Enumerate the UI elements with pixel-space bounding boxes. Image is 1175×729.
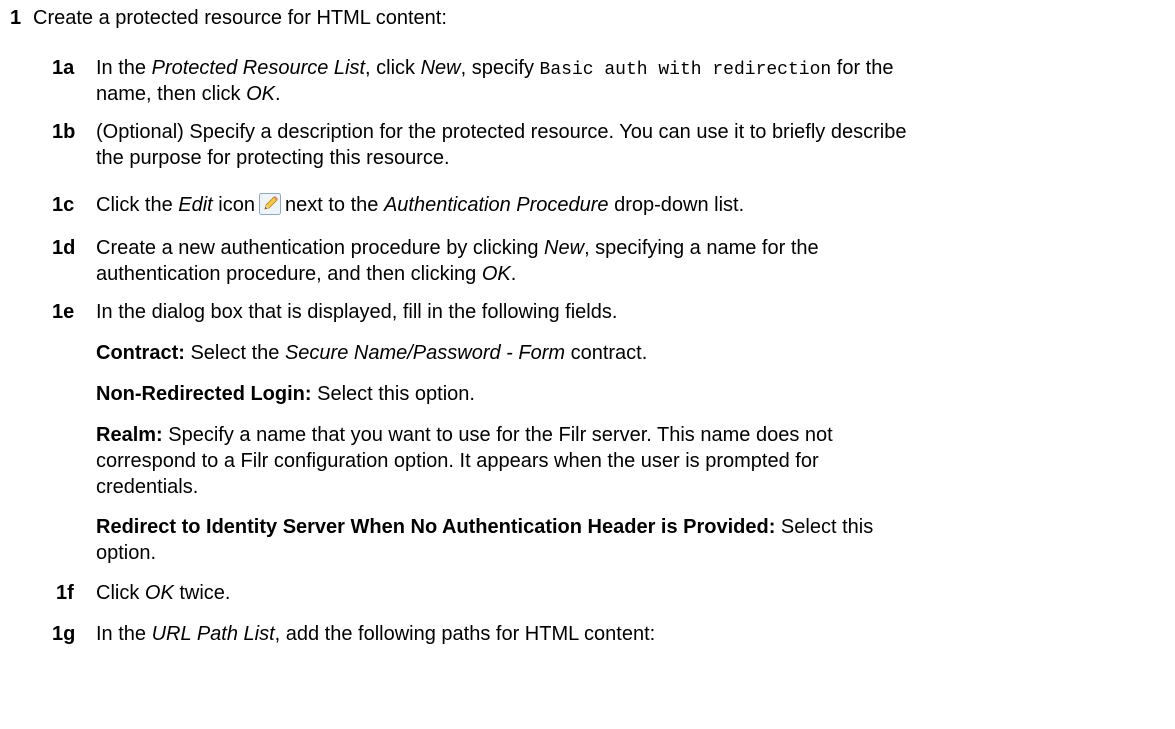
step-number: 1e	[52, 301, 75, 323]
step-text: Click OK twice.	[96, 582, 231, 604]
step-text: Click the Edit icon next to the Authenti…	[96, 193, 745, 216]
step-number: 1b	[52, 121, 76, 143]
pencil-edit-icon	[258, 193, 281, 215]
document-page: 1 Create a protected resource for HTML c…	[0, 0, 1175, 729]
step-text: In the URL Path List, add the following …	[96, 623, 656, 645]
step-number: 1g	[52, 623, 76, 645]
field-label: Realm:	[96, 424, 163, 446]
step-number: 1d	[52, 237, 76, 259]
step-text: Create a new authentication procedure by…	[96, 237, 819, 259]
field-label: Contract:	[96, 342, 185, 364]
step-text: Create a protected resource for HTML con…	[33, 7, 447, 29]
step-number: 1	[10, 7, 22, 29]
step-number: 1f	[56, 582, 74, 604]
resource-name-code: Basic auth with redirection	[539, 60, 832, 80]
field-label: Non-Redirected Login:	[96, 383, 312, 405]
step-number: 1a	[52, 57, 75, 79]
step-text: In the dialog box that is displayed, fil…	[96, 301, 618, 323]
step-text: (Optional) Specify a description for the…	[96, 121, 907, 143]
field-label: Redirect to Identity Server When No Auth…	[96, 516, 776, 538]
step-number: 1c	[52, 194, 75, 216]
